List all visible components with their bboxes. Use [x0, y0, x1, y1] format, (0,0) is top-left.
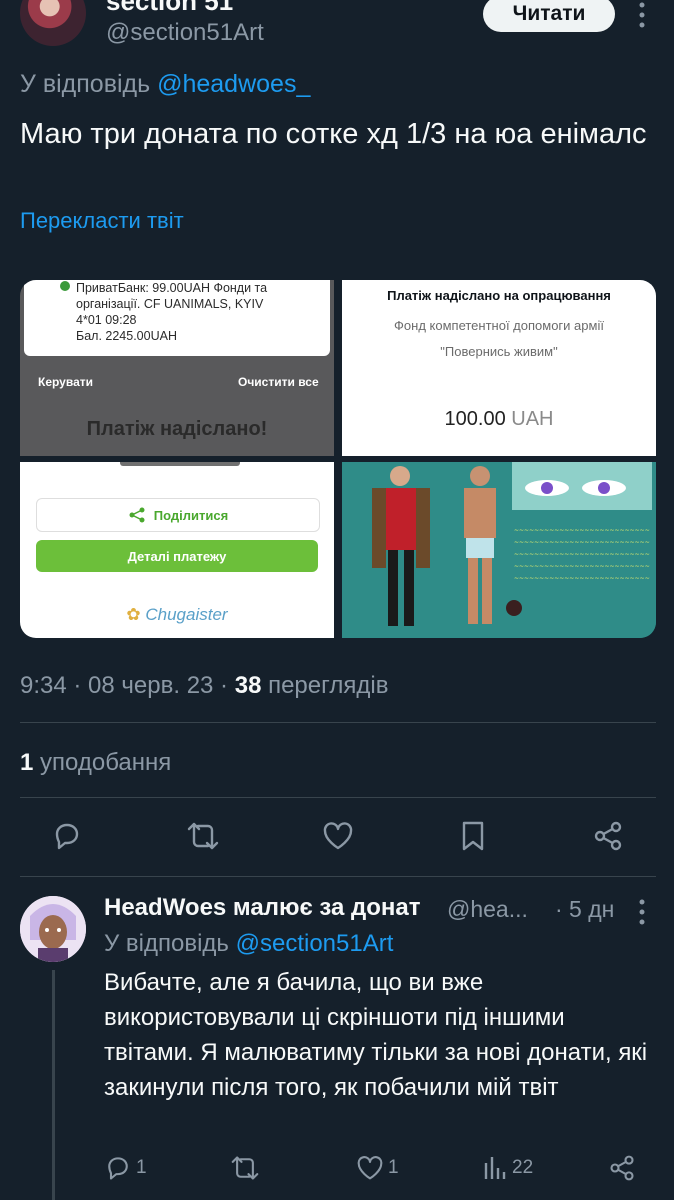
reply-author-handle[interactable]: @hea... — [447, 896, 528, 923]
more-options-icon[interactable] — [632, 0, 652, 30]
media-image-2[interactable]: Платіж надіслано на опрацювання Фонд ком… — [342, 280, 656, 456]
like-count: 1 — [388, 1157, 399, 1178]
view-count: 22 — [512, 1157, 534, 1178]
author-avatar[interactable] — [20, 0, 86, 46]
divider — [20, 876, 656, 877]
svg-text:~~~~~~~~~~~~~~~~~~~~~~~~~~~: ~~~~~~~~~~~~~~~~~~~~~~~~~~~ — [514, 563, 650, 570]
brand-name: Chugaister — [145, 605, 228, 624]
reply-views-button[interactable]: 22 — [482, 1150, 533, 1186]
like-icon[interactable] — [318, 816, 358, 856]
divider — [20, 722, 656, 723]
translate-link[interactable]: Перекласти твіт — [20, 208, 184, 234]
like-icon — [357, 1156, 383, 1180]
media-image-1[interactable]: ПриватБанк: 99.00UAH Фонди та організаці… — [20, 280, 334, 456]
reply-retweet-button[interactable] — [230, 1150, 260, 1186]
share-label: Поділитися — [153, 507, 229, 523]
reply-icon[interactable] — [47, 816, 87, 856]
payment-details-box: Деталі платежу — [36, 540, 318, 572]
fund-label: Фонд компетентної допомоги армії — [394, 318, 604, 333]
share-icon — [129, 507, 145, 523]
reply-count: 1 — [136, 1157, 147, 1178]
fund-name: "Повернись живим" — [440, 344, 558, 359]
reply-to-line: У відповідь @section51Art — [104, 930, 393, 958]
likes-count: 1 — [20, 749, 34, 776]
reply-to-handle[interactable]: @headwoes_ — [157, 70, 310, 98]
media-grid: ПриватБанк: 99.00UAH Фонди та організаці… — [20, 280, 656, 638]
manage-label: Керувати — [38, 375, 93, 389]
likes-summary[interactable]: 1 уподобання — [20, 749, 171, 777]
reply-more-options-icon[interactable] — [632, 898, 652, 926]
payment-sent-label: Платіж надіслано! — [86, 418, 268, 440]
receipt-line: організації. CF UANIMALS, KYIV — [76, 297, 264, 311]
tweet-meta: 9:34 · 08 черв. 23 · 38 переглядів — [20, 672, 388, 700]
reply-icon — [108, 1157, 128, 1180]
author-handle[interactable]: @section51Art — [106, 19, 264, 47]
views-label: переглядів — [261, 672, 389, 699]
likes-label: уподобання — [33, 749, 172, 776]
retweet-icon[interactable] — [183, 816, 223, 856]
reply-share-button[interactable] — [608, 1150, 636, 1186]
reply-to-line: У відповідь @headwoes_ — [20, 70, 310, 99]
views-count: 38 — [234, 672, 262, 699]
bookmark-icon[interactable] — [453, 816, 493, 856]
receipt-line: 4*01 09:28 — [76, 313, 137, 327]
share-icon[interactable] — [588, 816, 628, 856]
tweet-text: Маю три доната по сотке хд 1/3 на юа ені… — [20, 118, 647, 150]
views-icon — [484, 1157, 506, 1179]
sms-receipt: ПриватБанк: 99.00UAH Фонди та організаці… — [24, 280, 330, 356]
divider — [20, 797, 656, 798]
payment-status-title: Платіж надіслано на опрацювання — [387, 288, 611, 303]
amount-currency: UAH — [511, 408, 554, 430]
share-box: Поділитися — [36, 498, 320, 532]
clear-all-label: Очистити все — [238, 375, 319, 389]
svg-text:~~~~~~~~~~~~~~~~~~~~~~~~~~~: ~~~~~~~~~~~~~~~~~~~~~~~~~~~ — [514, 551, 650, 558]
retweet-icon — [231, 1156, 259, 1180]
share-icon — [610, 1155, 634, 1181]
character-art-image: ~~~~~~~~~~~~~~~~~~~~~~~~~~~ ~~~~~~~~~~~~… — [342, 462, 656, 638]
tweet-action-bar — [0, 816, 674, 860]
svg-text:~~~~~~~~~~~~~~~~~~~~~~~~~~~: ~~~~~~~~~~~~~~~~~~~~~~~~~~~ — [514, 575, 650, 582]
svg-text:~~~~~~~~~~~~~~~~~~~~~~~~~~~: ~~~~~~~~~~~~~~~~~~~~~~~~~~~ — [514, 527, 650, 534]
reply-prefix: У відповідь — [104, 930, 229, 957]
follow-button[interactable]: Читати — [483, 0, 615, 32]
clipped-amount — [120, 462, 240, 466]
amount-value: 100.00 — [444, 408, 506, 430]
receipt-line: ПриватБанк: 99.00UAH Фонди та — [76, 281, 268, 295]
reply-prefix: У відповідь — [20, 70, 151, 98]
media-image-4[interactable]: ~~~~~~~~~~~~~~~~~~~~~~~~~~~ ~~~~~~~~~~~~… — [342, 462, 656, 638]
reply-author-name[interactable]: HeadWoes малює за донат — [104, 894, 421, 922]
reply-author-avatar[interactable] — [20, 896, 86, 962]
brand-logo: ✿ Chugaister — [126, 605, 228, 624]
receipt-line: Бал. 2245.00UAH — [76, 329, 177, 343]
reply-action-bar: 1 1 22 — [0, 1150, 674, 1190]
author-name[interactable]: section 51 — [106, 0, 233, 17]
reply-timestamp[interactable]: · 5 дн — [555, 896, 614, 923]
payment-amount: 100.00 UAH — [342, 408, 656, 431]
tweet-timestamp[interactable]: 9:34 · 08 черв. 23 · — [20, 672, 235, 699]
reply-reply-button[interactable]: 1 — [104, 1150, 147, 1186]
svg-text:~~~~~~~~~~~~~~~~~~~~~~~~~~~: ~~~~~~~~~~~~~~~~~~~~~~~~~~~ — [514, 539, 650, 546]
reply-like-button[interactable]: 1 — [356, 1150, 399, 1186]
media-image-3[interactable]: Поділитися Деталі платежу ✿ Chugaister — [20, 462, 334, 638]
reply-text: Вибачте, але я бачила, що ви вже викорис… — [104, 969, 648, 1101]
reply-to-handle[interactable]: @section51Art — [236, 930, 394, 957]
bank-icon — [60, 281, 70, 291]
